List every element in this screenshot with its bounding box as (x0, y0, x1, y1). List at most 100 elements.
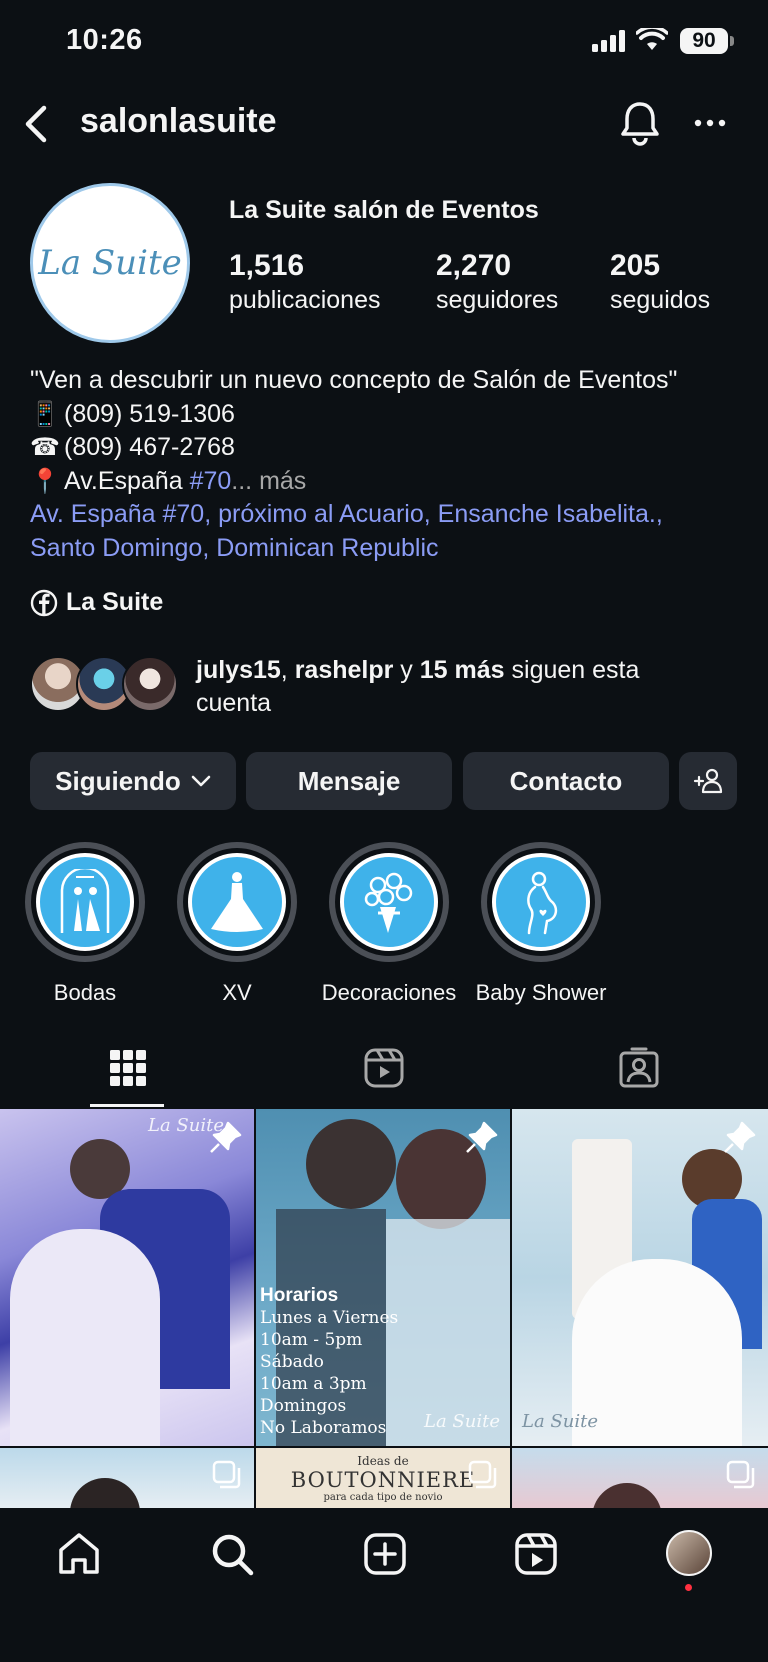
bio-phone-land: (809) 467-2768 (64, 433, 235, 461)
mobile-phone-icon: 📱 (30, 400, 60, 428)
profile-full-name: La Suite salón de Eventos (229, 196, 539, 224)
tagged-tab-icon[interactable] (617, 1046, 661, 1090)
highlight-bodas[interactable]: Bodas (25, 842, 145, 1006)
bio-location-line2[interactable]: Santo Domingo, Dominican Republic (30, 532, 750, 566)
highlight-ring (25, 842, 145, 962)
ball-gown-icon (211, 872, 263, 932)
followed-by-sep: , (280, 656, 295, 684)
page-title: salonlasuite (80, 102, 277, 140)
profile-avatar[interactable]: La Suite (30, 183, 190, 343)
facebook-link[interactable]: La Suite (30, 588, 163, 617)
schedule-line: 10am a 3pm (260, 1374, 367, 1394)
profile-tabs (0, 1030, 768, 1108)
schedule-line: No Laboramos (260, 1418, 387, 1438)
highlight-ring (177, 842, 297, 962)
cellular-signal-icon (592, 30, 625, 52)
highlight-cover (36, 853, 134, 951)
stat-posts[interactable]: 1,516 publicaciones (229, 248, 381, 316)
pregnant-woman-icon (527, 871, 558, 935)
bio-address: Av.España (64, 466, 183, 495)
post-thumbnail[interactable]: La Suite (0, 1109, 254, 1446)
grid-tab-icon[interactable] (106, 1046, 150, 1090)
highlight-ring (481, 842, 601, 962)
stat-following[interactable]: 205 seguidos (610, 248, 710, 316)
stat-followers-count: 2,270 (436, 249, 512, 282)
followed-by-others: 15 más (419, 656, 505, 684)
bio-hashtag[interactable]: #70 (190, 467, 232, 495)
telephone-icon: ☎ (30, 434, 60, 461)
schedule-title: Horarios (260, 1285, 339, 1306)
stat-posts-count: 1,516 (229, 249, 305, 282)
post-watermark: La Suite (424, 1411, 500, 1432)
pin-icon (466, 1121, 498, 1153)
message-button[interactable]: Mensaje (246, 752, 452, 810)
post-thumbnail[interactable] (512, 1448, 768, 1509)
profile-bio: "Ven a descubrir un nuevo concepto de Sa… (30, 364, 750, 565)
bio-mobile-line: 📱 (809) 519-1306 (30, 398, 750, 432)
add-person-icon (693, 768, 723, 794)
schedule-line: 10am - 5pm (260, 1330, 363, 1350)
carousel-icon (726, 1460, 755, 1489)
reels-icon[interactable] (512, 1530, 560, 1578)
facebook-icon (30, 589, 58, 616)
highlight-ring (329, 842, 449, 962)
following-button[interactable]: Siguiendo (30, 752, 236, 810)
post-thumbnail[interactable]: Ideas de BOUTONNIERE para cada tipo de n… (256, 1448, 510, 1509)
location-pin-icon: 📍 (30, 467, 60, 495)
post-schedule-overlay: Horarios Lunes a Viernes 10am - 5pm Sába… (260, 1285, 398, 1439)
bio-phone-mobile: (809) 519-1306 (64, 399, 235, 428)
suggested-accounts-button[interactable] (679, 752, 737, 810)
carousel-icon (212, 1460, 241, 1489)
post-thumbnail[interactable]: Horarios Lunes a Viernes 10am - 5pm Sába… (256, 1109, 510, 1446)
notification-bell-icon[interactable] (618, 100, 662, 146)
stat-followers[interactable]: 2,270 seguidores (436, 248, 558, 316)
pin-icon (724, 1121, 756, 1153)
post-figure (306, 1119, 396, 1209)
post-thumbnail[interactable]: La Suite (512, 1109, 768, 1446)
contact-button-label: Contacto (509, 765, 623, 796)
search-icon[interactable] (208, 1530, 256, 1578)
stat-followers-label: seguidores (436, 286, 559, 314)
back-arrow-icon[interactable] (18, 102, 58, 146)
profile-avatar-nav[interactable] (666, 1530, 712, 1576)
active-tab-indicator (90, 1104, 164, 1107)
highlight-cover (340, 853, 438, 951)
home-icon[interactable] (55, 1530, 103, 1578)
schedule-line: Lunes a Viernes (260, 1308, 399, 1328)
stat-following-label: seguidos (610, 286, 711, 314)
avatar-logo: La Suite (38, 243, 182, 283)
bio-location-line1[interactable]: Av. España #70, próximo al Acuario, Ensa… (30, 498, 750, 532)
bio-address-line: 📍 Av.España #70... más (30, 465, 750, 499)
create-post-icon[interactable] (361, 1530, 409, 1578)
highlight-baby-shower[interactable]: Baby Shower (476, 842, 606, 1006)
followed-by[interactable]: julys15, rashelpr y 15 más siguen esta c… (30, 654, 750, 728)
battery-indicator: 90 (680, 28, 734, 54)
post-thumbnail[interactable] (0, 1448, 254, 1509)
followed-by-and: y (393, 656, 420, 684)
pin-icon (210, 1121, 242, 1153)
stat-following-count: 205 (610, 249, 661, 282)
highlight-xv[interactable]: XV (177, 842, 297, 1006)
chevron-down-icon (191, 775, 211, 787)
contact-button[interactable]: Contacto (463, 752, 669, 810)
follower-name-2: rashelpr (294, 656, 394, 684)
bottom-navigation (0, 1508, 768, 1662)
post-figure (70, 1478, 140, 1509)
followed-by-text: julys15, rashelpr y 15 más siguen esta c… (196, 654, 716, 720)
bio-more-link[interactable]: ... más (231, 467, 306, 495)
post-watermark: La Suite (522, 1411, 598, 1432)
post-figure (10, 1229, 160, 1446)
reels-tab-icon[interactable] (362, 1046, 406, 1090)
notification-dot (685, 1584, 692, 1591)
status-bar: 10:26 90 (0, 0, 768, 84)
highlight-decoraciones[interactable]: Decoraciones (322, 842, 456, 1006)
more-options-icon[interactable] (690, 106, 730, 140)
bio-quote: "Ven a descubrir un nuevo concepto de Sa… (30, 366, 678, 394)
highlight-label: Baby Shower (475, 980, 607, 1005)
schedule-line: Domingos (260, 1396, 347, 1416)
message-button-label: Mensaje (297, 765, 401, 796)
highlight-cover (188, 853, 286, 951)
status-time: 10:26 (66, 24, 143, 56)
follower-avatar (122, 656, 178, 712)
profile-header: salonlasuite (0, 90, 768, 156)
